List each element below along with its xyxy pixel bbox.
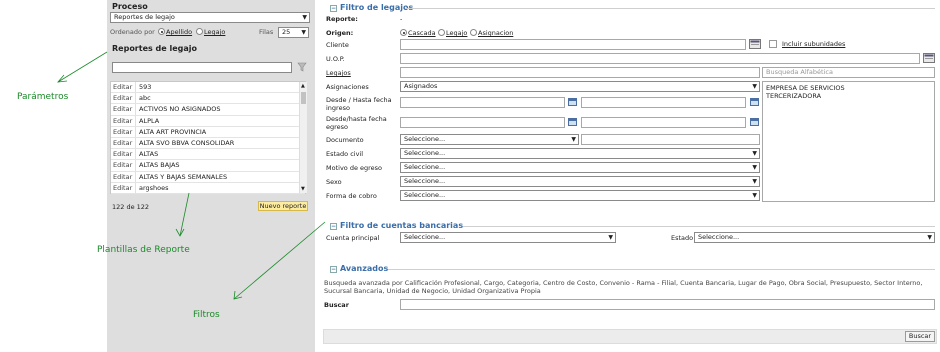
sexo-value: Seleccione... <box>404 177 446 185</box>
chevron-down-icon: ▼ <box>571 136 576 143</box>
sexo-label: Sexo <box>326 178 342 186</box>
divider <box>405 8 935 9</box>
radio-icon <box>470 29 477 36</box>
cliente-input[interactable] <box>400 39 746 50</box>
reporte-value: - <box>400 15 403 23</box>
chevron-down-icon: ▼ <box>752 150 757 157</box>
cuenta-principal-select[interactable]: Seleccione... ▼ <box>400 232 616 243</box>
legajos-input[interactable] <box>400 67 760 78</box>
filtro-legajos-title: Filtro de legajos <box>340 3 414 12</box>
avanzados-header[interactable]: − Avanzados <box>330 264 388 273</box>
incluir-label: Incluir subunidades <box>782 40 846 48</box>
chevron-down-icon: ▼ <box>752 178 757 185</box>
origen-label: Origen: <box>326 29 354 37</box>
origen-asignacion[interactable]: Asignacion <box>470 29 513 37</box>
estado-civil-select[interactable]: Seleccione... ▼ <box>400 148 760 159</box>
asignaciones-value: Asignados <box>404 82 438 90</box>
estado-label: Estado <box>671 234 694 242</box>
filtro-cuentas-header[interactable]: − Filtro de cuentas bancarias <box>330 221 463 230</box>
calendar-icon[interactable] <box>568 98 577 106</box>
estado-civil-value: Seleccione... <box>404 149 446 157</box>
chevron-down-icon: ▼ <box>752 83 757 90</box>
collapse-icon[interactable]: − <box>330 5 337 12</box>
busqueda-alfabetica-input[interactable]: Busqueda Alfabética <box>762 67 935 78</box>
collapse-icon[interactable]: − <box>330 223 337 230</box>
radio-icon <box>438 29 445 36</box>
origen-cascada-label: Cascada <box>408 29 436 37</box>
asignaciones-label: Asignaciones <box>326 83 369 91</box>
chevron-down-icon: ▼ <box>927 234 932 241</box>
avanzados-description: Busqueda avanzada por Calificación Profe… <box>324 279 923 295</box>
chevron-down-icon: ▼ <box>752 192 757 199</box>
origen-legajo[interactable]: Legajo <box>438 29 467 37</box>
origen-legajo-label: Legajo <box>446 29 468 37</box>
fecha-egreso-desde-input[interactable] <box>400 117 565 128</box>
fecha-ingreso-desde-input[interactable] <box>400 97 565 108</box>
asignaciones-listbox[interactable]: EMPRESA DE SERVICIOS TERCERIZADORA <box>762 81 935 202</box>
filtro-cuentas-title: Filtro de cuentas bancarias <box>340 221 464 230</box>
collapse-icon[interactable]: − <box>330 266 337 273</box>
forma-cobro-select[interactable]: Seleccione... ▼ <box>400 190 760 201</box>
list-item[interactable]: EMPRESA DE SERVICIOS <box>766 84 931 92</box>
bottom-bar <box>323 329 937 344</box>
motivo-egreso-label: Motivo de egreso <box>326 164 383 172</box>
divider <box>463 226 935 227</box>
desde-hasta-ingreso-label: Desde / Hasta fecha ingreso <box>326 96 392 112</box>
sexo-select[interactable]: Seleccione... ▼ <box>400 176 760 187</box>
radio-icon <box>400 29 407 36</box>
motivo-egreso-value: Seleccione... <box>404 163 446 171</box>
legajos-label: Legajos <box>326 69 351 77</box>
uop-input[interactable] <box>400 53 920 64</box>
chevron-down-icon: ▼ <box>752 164 757 171</box>
cuenta-principal-value: Seleccione... <box>404 233 446 241</box>
documento-select[interactable]: Seleccione... ▼ <box>400 134 579 145</box>
avanzados-search-input[interactable] <box>400 299 935 310</box>
fecha-ingreso-hasta-input[interactable] <box>581 97 746 108</box>
documento-label: Documento <box>326 136 364 144</box>
divider <box>388 269 935 270</box>
documento-value: Seleccione... <box>404 135 446 143</box>
calendar-icon[interactable] <box>750 98 759 106</box>
estado-civil-label: Estado civil <box>326 150 364 158</box>
estado-select[interactable]: Seleccione... ▼ <box>694 232 935 243</box>
forma-cobro-label: Forma de cobro <box>326 192 377 200</box>
filtro-legajos-header[interactable]: − Filtro de legajos <box>330 3 413 12</box>
asignaciones-select[interactable]: Asignados ▼ <box>400 81 760 92</box>
uop-label: U.O.P. <box>326 55 345 63</box>
chevron-down-icon: ▼ <box>608 234 613 241</box>
list-item[interactable]: TERCERIZADORA <box>766 92 931 100</box>
fecha-egreso-hasta-input[interactable] <box>581 117 746 128</box>
cuenta-principal-label: Cuenta principal <box>326 234 380 242</box>
desde-hasta-egreso-label: Desde/hasta fecha egreso <box>326 115 387 131</box>
buscar-label: Buscar <box>324 301 349 309</box>
avanzados-title: Avanzados <box>340 264 389 273</box>
origen-asignacion-label: Asignacion <box>478 29 514 37</box>
reporte-label: Reporte: <box>326 15 358 23</box>
lookup-icon[interactable] <box>923 53 935 63</box>
origen-cascada[interactable]: Cascada <box>400 29 436 37</box>
lookup-icon[interactable] <box>749 39 761 49</box>
motivo-egreso-select[interactable]: Seleccione... ▼ <box>400 162 760 173</box>
cliente-label: Cliente <box>326 41 349 49</box>
estado-value: Seleccione... <box>698 233 740 241</box>
forma-cobro-value: Seleccione... <box>404 191 446 199</box>
buscar-button[interactable]: Buscar <box>905 331 935 342</box>
calendar-icon[interactable] <box>568 118 577 126</box>
calendar-icon[interactable] <box>750 118 759 126</box>
documento-input[interactable] <box>581 134 760 145</box>
incluir-checkbox[interactable] <box>769 40 777 48</box>
